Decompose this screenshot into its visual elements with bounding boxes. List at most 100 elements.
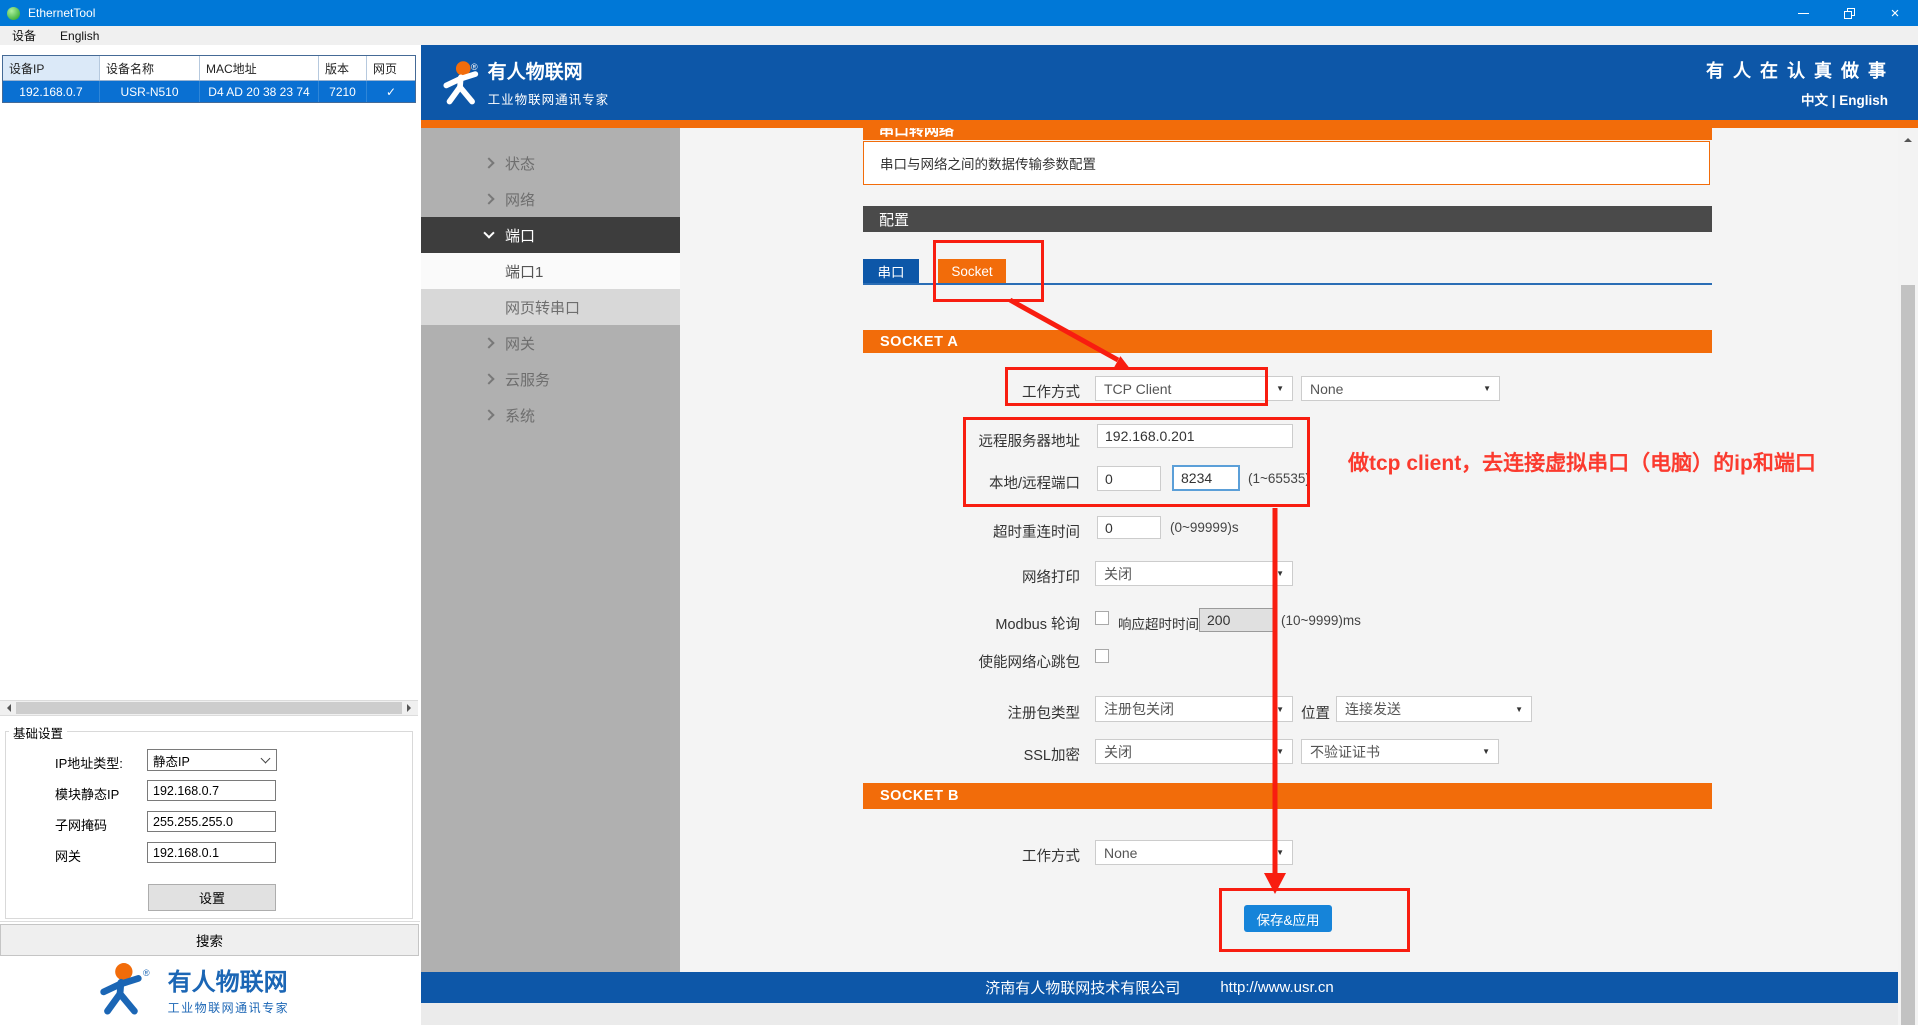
scroll-right-icon — [407, 704, 415, 712]
sidebar-item-network[interactable]: 网络 — [421, 181, 680, 217]
orange-strip — [421, 120, 1918, 128]
section-title-bar: 串口转网络 — [863, 128, 1712, 140]
work-mode-select[interactable]: TCP Client ▼ — [1095, 376, 1293, 401]
dropdown-arrow-icon: ▼ — [1276, 384, 1284, 393]
brand-name: 有人物联网 — [167, 969, 288, 996]
window-title: EthernetTool — [28, 6, 96, 20]
scroll-up-icon — [1904, 134, 1912, 142]
modbus-timeout-label: 响应超时时间 — [1118, 617, 1199, 632]
sidebar-item-system[interactable]: 系统 — [421, 397, 680, 433]
work-mode-sub-select[interactable]: None ▼ — [1301, 376, 1500, 401]
subnet-mask-field[interactable] — [147, 811, 276, 832]
vertical-scrollbar[interactable] — [1898, 128, 1918, 1025]
search-button[interactable]: 搜索 — [0, 924, 419, 956]
footer-strip — [421, 1003, 1898, 1025]
col-web[interactable]: 网页 — [367, 56, 415, 80]
port-label: 本地/远程端口 — [988, 476, 1080, 492]
register-packet-select[interactable]: 注册包关闭 ▼ — [1095, 696, 1293, 722]
cell-device-name: USR-N510 — [100, 81, 200, 102]
chevron-down-icon — [260, 753, 271, 763]
socket-b-bar: SOCKET B — [863, 783, 1712, 809]
sidebar-item-web-to-serial[interactable]: 网页转串口 — [421, 289, 680, 325]
web-header: ® 有人物联网 工业物联网通讯专家 有 人 在 认 真 做 事 中文 | Eng… — [421, 45, 1918, 120]
remote-server-field[interactable] — [1097, 424, 1293, 448]
restore-icon — [1843, 7, 1855, 19]
window-controls: × — [1780, 0, 1918, 26]
local-port-field[interactable] — [1097, 466, 1161, 491]
heartbeat-checkbox[interactable] — [1095, 649, 1109, 663]
modbus-checkbox[interactable] — [1095, 611, 1109, 625]
cell-version: 7210 — [319, 81, 367, 102]
chevron-right-icon — [483, 157, 495, 169]
dropdown-arrow-icon: ▼ — [1276, 848, 1284, 857]
registered-mark: ® — [143, 968, 150, 978]
restore-button[interactable] — [1826, 0, 1872, 26]
col-version[interactable]: 版本 — [319, 56, 367, 80]
set-button[interactable]: 设置 — [148, 884, 276, 911]
menu-english[interactable]: English — [48, 26, 111, 45]
save-apply-button[interactable]: 保存&应用 — [1244, 905, 1332, 932]
chevron-right-icon — [483, 409, 495, 421]
col-mac[interactable]: MAC地址 — [200, 56, 319, 80]
menu-bar: 设备 English — [0, 26, 1918, 45]
scroll-left-button[interactable] — [0, 701, 16, 715]
brand-slogan: 工业物联网通讯专家 — [167, 1001, 290, 1015]
sidebar-item-cloud[interactable]: 云服务 — [421, 361, 680, 397]
register-packet-label: 注册包类型 — [1007, 706, 1081, 722]
usr-logo: ® 有人物联网 工业物联网通讯专家 — [95, 962, 289, 1016]
minimize-button[interactable] — [1780, 0, 1826, 26]
scroll-right-button[interactable] — [402, 701, 418, 715]
port-hint: (1~65535) — [1248, 471, 1310, 486]
table-row[interactable]: 192.168.0.7 USR-N510 D4 AD 20 38 23 74 7… — [3, 81, 415, 102]
language-switch[interactable]: 中文 | English — [1706, 89, 1888, 109]
cell-mac: D4 AD 20 38 23 74 — [200, 81, 319, 102]
close-button[interactable]: × — [1872, 0, 1918, 26]
device-table: 设备IP 设备名称 MAC地址 版本 网页 192.168.0.7 USR-N5… — [2, 55, 416, 103]
sidebar-item-gateway[interactable]: 网关 — [421, 325, 680, 361]
ssl-label: SSL加密 — [1023, 748, 1080, 764]
header-right: 有 人 在 认 真 做 事 中文 | English — [1706, 57, 1888, 109]
work-mode-b-select[interactable]: None ▼ — [1095, 840, 1293, 865]
col-device-name[interactable]: 设备名称 — [100, 56, 200, 80]
subnet-mask-label: 子网掩码 — [55, 818, 108, 833]
sidebar-item-status[interactable]: 状态 — [421, 145, 680, 181]
section-description: 串口与网络之间的数据传输参数配置 — [863, 141, 1710, 185]
position-select[interactable]: 连接发送 ▼ — [1336, 696, 1532, 722]
dropdown-arrow-icon: ▼ — [1515, 704, 1523, 714]
web-link-icon[interactable]: ✓ — [367, 81, 415, 102]
static-ip-field[interactable] — [147, 780, 276, 801]
tab-serial[interactable]: 串口 — [863, 259, 919, 283]
sidebar-item-port1[interactable]: 端口1 — [421, 253, 680, 289]
dropdown-arrow-icon: ▼ — [1276, 747, 1284, 756]
scrollbar-thumb[interactable] — [16, 702, 402, 714]
ip-type-select[interactable]: 静态IP — [147, 749, 277, 771]
ip-type-label: IP地址类型: — [55, 756, 123, 771]
ssl-cert-select[interactable]: 不验证证书 ▼ — [1301, 739, 1499, 764]
reconnect-label: 超时重连时间 — [993, 525, 1080, 541]
cell-device-ip: 192.168.0.7 — [3, 81, 100, 102]
remote-port-field[interactable] — [1172, 465, 1240, 491]
heartbeat-label: 使能网络心跳包 — [978, 655, 1081, 671]
col-device-ip[interactable]: 设备IP — [3, 56, 100, 80]
footer-url[interactable]: http://www.usr.cn — [1220, 979, 1333, 996]
config-bar: 配置 — [863, 206, 1712, 232]
net-print-label: 网络打印 — [1022, 570, 1080, 586]
scroll-left-icon — [3, 704, 11, 712]
gateway-field[interactable] — [147, 842, 276, 863]
close-icon: × — [1890, 4, 1900, 22]
modbus-hint: (10~9999)ms — [1281, 613, 1361, 628]
menu-device[interactable]: 设备 — [0, 26, 48, 45]
reconnect-field[interactable] — [1097, 516, 1161, 539]
chevron-right-icon — [483, 373, 495, 385]
tab-socket[interactable]: Socket — [938, 259, 1006, 283]
horizontal-scrollbar[interactable] — [0, 700, 418, 716]
net-print-select[interactable]: 关闭 ▼ — [1095, 561, 1293, 586]
ssl-select[interactable]: 关闭 ▼ — [1095, 739, 1293, 764]
sidebar-item-port[interactable]: 端口 — [421, 217, 680, 253]
brand-name: 有人物联网 — [487, 62, 583, 83]
ip-type-value: 静态IP — [153, 754, 190, 769]
work-mode-label: 工作方式 — [1022, 385, 1080, 401]
brand-tagline: 有 人 在 认 真 做 事 — [1705, 60, 1888, 81]
modbus-label: Modbus 轮询 — [995, 617, 1080, 633]
scrollbar-thumb[interactable] — [1901, 285, 1915, 1025]
